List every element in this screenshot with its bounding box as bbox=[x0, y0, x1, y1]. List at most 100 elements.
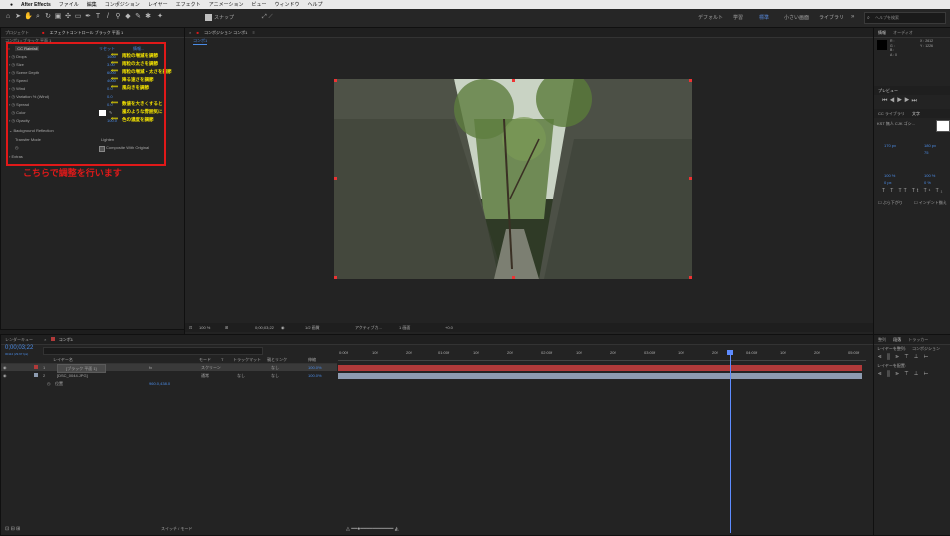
pen-tool-icon[interactable]: ✒ bbox=[84, 13, 92, 21]
pin-tool-icon[interactable]: ✦ bbox=[156, 13, 164, 21]
col-mode[interactable]: モード bbox=[199, 356, 211, 363]
tab-comp1-timeline[interactable]: コンポ1 bbox=[59, 337, 73, 342]
indent-checkbox[interactable]: ☐ インデント揃え bbox=[914, 200, 947, 206]
help-search-field[interactable]: ⌕ ヘルプを検索 bbox=[864, 12, 946, 24]
col-parent[interactable]: 親とリンク bbox=[267, 356, 287, 363]
exposure-value[interactable]: +0.0 bbox=[445, 323, 453, 332]
roto-brush-tool-icon[interactable]: ✎ bbox=[134, 13, 142, 21]
zoom-slider[interactable]: ◬ ━━●━━━━━━━━━━━ ◭ bbox=[346, 526, 399, 532]
rotate-tool-icon[interactable]: ↻ bbox=[44, 13, 52, 21]
align-buttons[interactable]: ⫷ ⫼ ⫸ ⊤ ⊥ ⊢ bbox=[878, 354, 930, 361]
lock-icon[interactable]: ■ bbox=[196, 30, 198, 35]
tab-tracker[interactable]: トラッカー bbox=[908, 337, 928, 342]
menu-file[interactable]: ファイル bbox=[59, 1, 79, 8]
layer-name[interactable]: [DSC_0044.JPG] bbox=[57, 372, 88, 379]
tracking-value[interactable]: 75 bbox=[924, 150, 928, 155]
stopwatch-icon[interactable]: ◷ bbox=[47, 380, 51, 387]
font-dropdown[interactable]: KST 無人 CJK ゴシ... bbox=[877, 121, 915, 127]
tab-preview[interactable]: プレビュー bbox=[878, 88, 898, 93]
anchor-handle[interactable] bbox=[512, 79, 515, 82]
pan-behind-tool-icon[interactable]: ✣ bbox=[64, 13, 72, 21]
col-layer-name[interactable]: レイヤー名 bbox=[53, 356, 73, 363]
position-property-row[interactable]: ◷ 位置 960.0,438.0 bbox=[1, 380, 337, 387]
zoom-tool-icon[interactable]: ⌕ bbox=[34, 13, 42, 21]
anchor-handle[interactable] bbox=[689, 177, 692, 180]
layer-bar-solid[interactable] bbox=[338, 365, 862, 371]
parent-dropdown[interactable]: なし bbox=[271, 372, 279, 379]
leading-value[interactable]: 180 px bbox=[924, 143, 936, 148]
tsume-value[interactable]: 0 % bbox=[924, 180, 931, 185]
anchor-handle[interactable] bbox=[334, 177, 337, 180]
tab-info[interactable]: 情報 bbox=[878, 30, 886, 35]
stretch-value[interactable]: 100.0% bbox=[308, 372, 322, 379]
switches-toggle[interactable]: スイッチ / モード bbox=[161, 526, 192, 532]
snap-checkbox[interactable] bbox=[205, 14, 212, 21]
tab-composition[interactable]: コンポジション コンポ1 bbox=[204, 30, 247, 35]
tab-comp1[interactable]: コンポ1 bbox=[193, 38, 208, 45]
prev-frame-icon[interactable]: ◀ bbox=[889, 98, 896, 104]
hand-tool-icon[interactable]: ✋ bbox=[24, 13, 33, 21]
anchor-handle[interactable] bbox=[512, 276, 515, 279]
baseline-value[interactable]: 0 px bbox=[884, 180, 892, 185]
anchor-handle[interactable] bbox=[689, 276, 692, 279]
label-color-icon[interactable] bbox=[34, 373, 38, 377]
anchor-handle[interactable] bbox=[689, 79, 692, 82]
playhead[interactable] bbox=[730, 351, 731, 533]
distribute-buttons[interactable]: ⫷ ⫼ ⫸ ⊤ ⊥ ⊢ bbox=[878, 371, 930, 378]
col-track-matte[interactable]: トラックマット bbox=[233, 356, 261, 363]
mode-dropdown[interactable]: 通常 bbox=[201, 372, 209, 379]
eraser-tool-icon[interactable]: ◆ bbox=[124, 13, 132, 21]
timeline-search-field[interactable] bbox=[43, 347, 263, 355]
workspace-learn[interactable]: 学習 bbox=[733, 14, 743, 21]
clone-stamp-tool-icon[interactable]: ⚲ bbox=[114, 13, 122, 21]
grid-icon[interactable]: ⊞ bbox=[225, 323, 228, 332]
puppet-tool-icon[interactable]: ✱ bbox=[144, 13, 152, 21]
mode-dropdown[interactable]: スクリーン bbox=[201, 364, 221, 371]
visibility-eye-icon[interactable]: ◉ bbox=[3, 372, 7, 379]
type-tool-icon[interactable]: T bbox=[94, 13, 102, 21]
text-style-buttons[interactable]: T T TT Tt T¹ T₁ bbox=[882, 188, 944, 194]
playhead-handle[interactable] bbox=[727, 350, 733, 355]
menu-edit[interactable]: 編集 bbox=[87, 1, 97, 8]
timeline-timecode[interactable]: 0;00;03;22 bbox=[5, 345, 33, 351]
anchor-handle[interactable] bbox=[334, 79, 337, 82]
fill-color-swatch[interactable] bbox=[936, 120, 950, 132]
col-t[interactable]: T bbox=[221, 356, 223, 363]
views-dropdown[interactable]: 1 画面 bbox=[399, 323, 410, 332]
tab-libraries[interactable]: CC ライブラリ bbox=[878, 111, 905, 116]
anchor-handle[interactable] bbox=[334, 276, 337, 279]
camera-dropdown[interactable]: アクティブカ... bbox=[355, 323, 382, 332]
timeline-footer-icons[interactable]: ⊡ ⊟ ⊞ bbox=[5, 526, 20, 532]
position-value[interactable]: 960.0,438.0 bbox=[149, 380, 170, 387]
layer-row[interactable]: ◉ 1 [ブラック 平面 1] fx スクリーン なし 100.0% bbox=[1, 364, 337, 373]
snapshot-icon[interactable]: ◉ bbox=[281, 323, 285, 332]
workspace-default[interactable]: デフォルト bbox=[698, 14, 723, 21]
parent-dropdown[interactable]: なし bbox=[271, 364, 279, 371]
home-icon[interactable]: ⌂ bbox=[4, 13, 12, 21]
rectangle-tool-icon[interactable]: ▭ bbox=[74, 13, 82, 21]
label-color-icon[interactable] bbox=[34, 365, 38, 369]
menu-window[interactable]: ウィンドウ bbox=[275, 1, 300, 8]
hanging-checkbox[interactable]: ☐ ぶら下がり bbox=[878, 200, 903, 206]
always-preview-icon[interactable]: ⊡ bbox=[189, 323, 192, 332]
resolution-dropdown[interactable]: 1/2 画質 bbox=[305, 323, 320, 332]
workspace-menu-icon[interactable]: » bbox=[851, 14, 854, 20]
last-frame-icon[interactable]: ⏭ bbox=[911, 98, 918, 104]
lock-icon[interactable]: ■ bbox=[42, 30, 44, 35]
layer-bar-photo[interactable] bbox=[338, 373, 862, 379]
tab-project[interactable]: プロジェクト bbox=[5, 30, 29, 35]
menu-effect[interactable]: エフェクト bbox=[176, 1, 201, 8]
close-icon[interactable]: × bbox=[189, 30, 191, 35]
fx-icon[interactable]: fx bbox=[149, 364, 152, 371]
menu-animation[interactable]: アニメーション bbox=[209, 1, 244, 8]
timeline-graph[interactable]: 0:00f 10f 20f 01:00f 10f 20f 02:00f 10f … bbox=[338, 347, 866, 533]
snap-options-icon[interactable]: ⤢ ⟋ bbox=[262, 14, 273, 21]
scale-horizontal-value[interactable]: 100 % bbox=[884, 173, 895, 178]
workspace-standard[interactable]: 標準 bbox=[759, 14, 769, 21]
zoom-dropdown[interactable]: 100 % bbox=[199, 323, 210, 332]
current-time[interactable]: 0;00;03;22 bbox=[255, 323, 274, 332]
menu-layer[interactable]: レイヤー bbox=[148, 1, 168, 8]
tab-effect-controls[interactable]: エフェクトコントロール ブラック 平面 1 bbox=[50, 30, 124, 35]
tab-audio[interactable]: オーディオ bbox=[893, 30, 913, 35]
stretch-value[interactable]: 100.0% bbox=[308, 364, 322, 371]
